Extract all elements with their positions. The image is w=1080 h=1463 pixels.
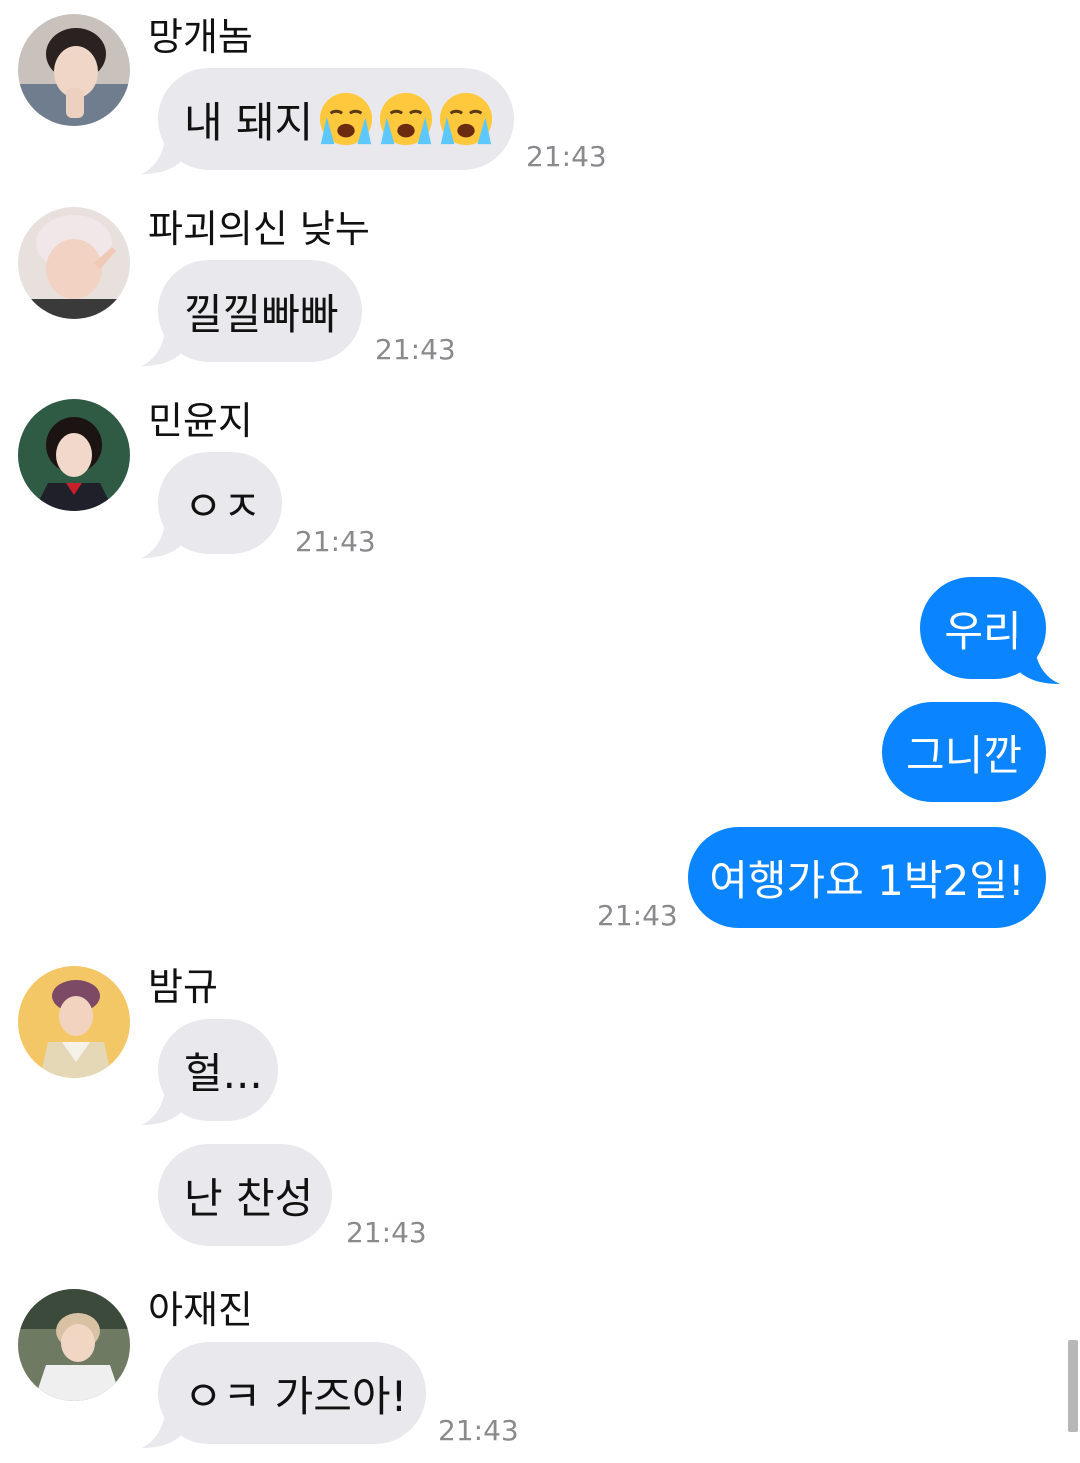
timestamp: 21:43	[526, 140, 607, 173]
message-text: ㅇㅈ	[184, 481, 262, 531]
avatar-sender-3[interactable]	[18, 399, 130, 511]
message-text: 여행가요 1박2일!	[709, 856, 1025, 905]
sender-name: 아재진	[148, 1288, 253, 1332]
message-bubble[interactable]: ㅇㅋ 가즈아!	[158, 1342, 426, 1444]
loudly-crying-face-icon	[440, 92, 493, 146]
message-bubble[interactable]: 내 돼지	[158, 68, 514, 170]
message-text: 낄낄빠빠	[184, 289, 339, 339]
bubble-tail	[142, 512, 184, 558]
message-text: 내 돼지	[184, 97, 314, 147]
avatar-sender-5[interactable]	[18, 1289, 130, 1401]
timestamp: 21:43	[346, 1216, 427, 1249]
message-text: ㅇㅋ 가즈아!	[184, 1371, 408, 1421]
avatar-sender-4[interactable]	[18, 966, 130, 1078]
avatar-sender-2[interactable]	[18, 207, 130, 319]
timestamp: 21:43	[438, 1414, 519, 1447]
loudly-crying-face-icon	[320, 92, 373, 146]
message-bubble[interactable]: 낄낄빠빠	[158, 260, 362, 362]
loudly-crying-face-icon	[380, 92, 433, 146]
message-text: 헐...	[184, 1048, 263, 1098]
sender-name: 민윤지	[148, 399, 253, 443]
timestamp: 21:43	[295, 525, 376, 558]
sender-name: 밤규	[148, 965, 218, 1009]
timestamp: 21:43	[597, 899, 678, 932]
message-text: 그니깐	[906, 730, 1022, 780]
bubble-tail	[142, 1079, 184, 1125]
scrollbar[interactable]	[1068, 1340, 1078, 1432]
bubble-tail	[1016, 638, 1060, 684]
message-text: 난 찬성	[184, 1173, 314, 1223]
outgoing-bubble[interactable]: 그니깐	[882, 702, 1046, 802]
timestamp: 21:43	[375, 333, 456, 366]
message-bubble[interactable]: 난 찬성	[158, 1144, 332, 1246]
outgoing-bubble[interactable]: 여행가요 1박2일!	[688, 827, 1046, 928]
message-text: 우리	[944, 606, 1022, 656]
sender-name: 망개놈	[148, 15, 253, 59]
bubble-tail	[142, 320, 184, 366]
bubble-tail	[142, 1402, 184, 1448]
avatar-sender-1[interactable]	[18, 14, 130, 126]
sender-name: 파괴의신 낮누	[148, 207, 370, 251]
bubble-tail	[142, 128, 184, 174]
